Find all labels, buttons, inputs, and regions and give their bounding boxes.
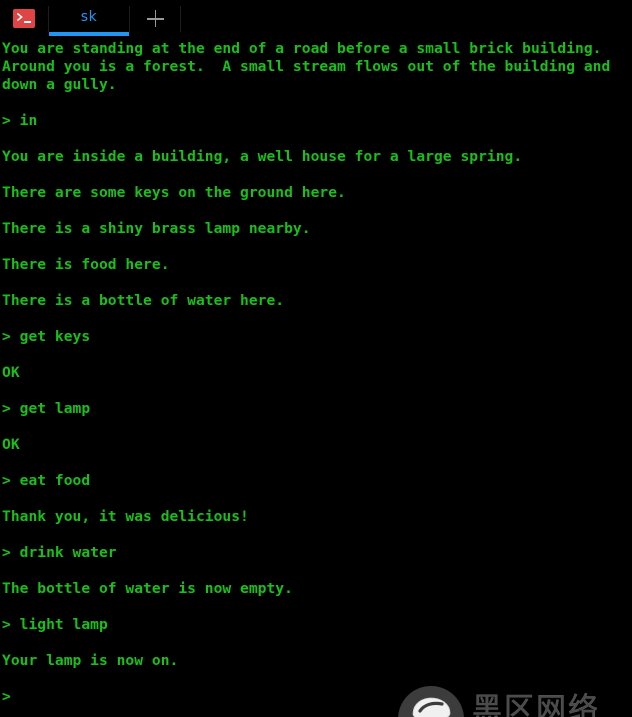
prompt-chevron-icon <box>17 12 23 21</box>
terminal-line: You are standing at the end of a road be… <box>2 40 602 57</box>
terminal-output-area[interactable]: You are standing at the end of a road be… <box>0 37 632 717</box>
terminal-line: > get lamp <box>2 400 91 417</box>
terminal-line: > light lamp <box>2 616 108 633</box>
terminal-line: Your lamp is now on. <box>2 652 179 669</box>
terminal-line: OK <box>2 364 20 381</box>
tab-active-indicator <box>49 32 129 36</box>
terminal-line: You are inside a building, a well house … <box>2 148 523 165</box>
plus-icon <box>146 10 164 27</box>
terminal-text: You are standing at the end of a road be… <box>2 40 632 706</box>
terminal-line: Thank you, it was delicious! <box>2 508 249 525</box>
terminal-line: The bottle of water is now empty. <box>2 580 293 597</box>
new-tab-button[interactable] <box>130 0 180 37</box>
terminal-line: OK <box>2 436 20 453</box>
terminal-line: There is a bottle of water here. <box>2 292 285 309</box>
terminal-line: > get keys <box>2 328 91 345</box>
terminal-line: There is food here. <box>2 256 170 273</box>
terminal-line: There are some keys on the ground here. <box>2 184 346 201</box>
terminal-line: > drink water <box>2 544 117 561</box>
terminal-icon <box>13 9 35 28</box>
tab-label: sk <box>80 8 98 25</box>
terminal-line: down a gully. <box>2 76 117 93</box>
prompt-underscore-icon <box>24 21 31 23</box>
app-icon-container <box>0 0 48 37</box>
tab-bar: sk <box>0 0 632 37</box>
tab-bar-empty-space <box>181 0 632 37</box>
terminal-line: > in <box>2 112 38 129</box>
terminal-line: There is a shiny brass lamp nearby. <box>2 220 311 237</box>
terminal-line: > <box>2 688 11 705</box>
terminal-line: > eat food <box>2 472 91 489</box>
tab-sk[interactable]: sk <box>49 0 129 37</box>
terminal-line: Around you is a forest. A small stream f… <box>2 58 611 75</box>
